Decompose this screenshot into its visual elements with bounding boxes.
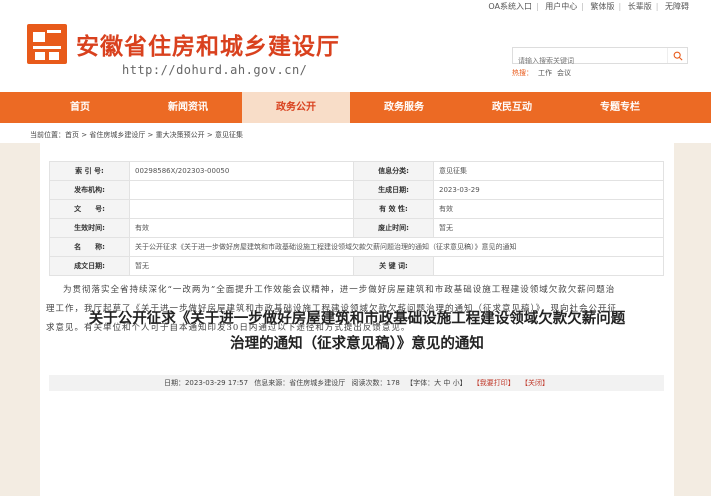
document-info-table: 索 引 号: 00298586X/202303-00050 信息分类: 意见征集… <box>49 161 664 276</box>
accessibility-link[interactable]: 无障碍 <box>665 2 689 11</box>
validity-label: 有 效 性: <box>353 199 434 219</box>
print-link[interactable]: 【我要打印】 <box>473 379 515 387</box>
table-row: 名 称: 关于公开征求《关于进一步做好房屋建筑和市政基础设施工程建设领域欠款欠薪… <box>49 237 664 257</box>
nav-government-services[interactable]: 政务服务 <box>350 92 458 123</box>
right-margin <box>674 143 711 496</box>
nav-news[interactable]: 新闻资讯 <box>134 92 242 123</box>
search-button[interactable] <box>667 48 687 63</box>
site-url: http://dohurd.ah.gov.cn/ <box>122 63 308 77</box>
site-title[interactable]: 安徽省住房和城乡建设厅 <box>76 27 340 61</box>
written-date-value: 暂无 <box>129 256 354 276</box>
effective-time-label: 生效时间: <box>49 218 130 238</box>
hot-term-work[interactable]: 工作 <box>538 69 552 77</box>
doc-number-label: 文 号: <box>49 199 130 219</box>
view-count: 阅读次数：178 <box>351 379 400 387</box>
validity-value: 有效 <box>433 199 664 219</box>
nav-home[interactable]: 首页 <box>26 92 134 123</box>
category-value: 意见征集 <box>433 161 664 181</box>
doc-name-value: 关于公开征求《关于进一步做好房屋建筑和市政基础设施工程建设领域欠款欠薪问题治理的… <box>129 237 664 257</box>
nav-interaction[interactable]: 政民互动 <box>458 92 566 123</box>
close-link[interactable]: 【关闭】 <box>521 379 549 387</box>
nav-government-affairs[interactable]: 政务公开 <box>242 92 350 123</box>
table-row: 生效时间: 有效 废止时间: 暂无 <box>49 218 664 238</box>
repeal-time-value: 暂无 <box>433 218 664 238</box>
search-box <box>512 47 688 69</box>
font-size-control[interactable]: 【字体：大 中 小】 <box>406 379 466 387</box>
written-date-label: 成文日期: <box>49 256 130 276</box>
keywords-value <box>433 256 664 276</box>
category-label: 信息分类: <box>353 161 434 181</box>
top-utility-bar: OA系统入口 | 用户中心 | 繁体版 | 长辈版 | 无障碍 <box>0 0 711 14</box>
table-row: 索 引 号: 00298586X/202303-00050 信息分类: 意见征集 <box>49 161 664 181</box>
site-logo[interactable] <box>27 24 67 64</box>
oa-link[interactable]: OA系统入口 <box>488 2 532 11</box>
hot-search-label: 热搜： <box>512 69 533 77</box>
doc-number-value <box>129 199 354 219</box>
index-value: 00298586X/202303-00050 <box>129 161 354 181</box>
publisher-label: 发布机构: <box>49 180 130 200</box>
doc-name-label: 名 称: <box>49 237 130 257</box>
traditional-chinese-link[interactable]: 繁体版 <box>591 2 615 11</box>
hot-search: 热搜： 工作 会议 <box>512 68 576 78</box>
main-nav: 首页 新闻资讯 政务公开 政务服务 政民互动 专题专栏 <box>0 92 711 123</box>
publish-date: 日期：2023-03-29 17:57 <box>163 379 249 387</box>
repeal-time-label: 废止时间: <box>353 218 434 238</box>
index-label: 索 引 号: <box>49 161 130 181</box>
effective-time-value: 有效 <box>129 218 354 238</box>
search-input[interactable] <box>513 53 663 69</box>
breadcrumb[interactable]: 当前位置：首页 > 省住房城乡建设厅 > 重大决策预公开 > 意见征集 <box>30 130 243 140</box>
article-body: 为贯彻落实全省持续深化“一改两为”全面提升工作效能会议精神，进一步做好房屋建筑和… <box>46 285 618 333</box>
left-margin <box>0 143 40 496</box>
created-date-label: 生成日期: <box>353 180 434 200</box>
nav-special-topics[interactable]: 专题专栏 <box>566 92 674 123</box>
elderly-version-link[interactable]: 长辈版 <box>628 2 652 11</box>
created-date-value: 2023-03-29 <box>433 180 664 200</box>
info-source: 信息来源：省住房城乡建设厅 <box>254 379 346 387</box>
table-row: 文 号: 有 效 性: 有效 <box>49 199 664 219</box>
table-row: 发布机构: 生成日期: 2023-03-29 <box>49 180 664 200</box>
site-header: 安徽省住房和城乡建设厅 http://dohurd.ah.gov.cn/ 热搜：… <box>0 14 711 92</box>
article-meta-bar: 日期：2023-03-29 17:57 信息来源：省住房城乡建设厅 阅读次数：1… <box>49 375 664 391</box>
search-icon <box>673 51 683 61</box>
hot-term-meeting[interactable]: 会议 <box>557 69 571 77</box>
user-center-link[interactable]: 用户中心 <box>545 2 577 11</box>
keywords-label: 关 键 词: <box>353 256 434 276</box>
table-row: 成文日期: 暂无 关 键 词: <box>49 256 664 276</box>
publisher-value <box>129 180 354 200</box>
